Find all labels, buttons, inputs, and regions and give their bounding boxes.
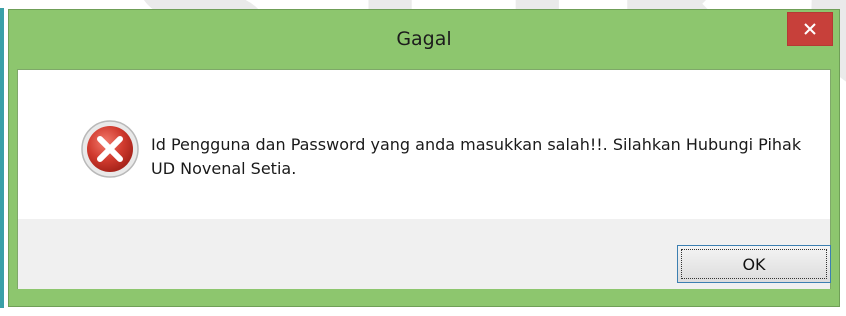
close-button[interactable] [787, 12, 833, 46]
message-area: Id Pengguna dan Password yang anda masuk… [18, 70, 830, 219]
dialog-title: Gagal [396, 28, 452, 50]
ok-button-label: OK [742, 254, 766, 274]
dialog-titlebar[interactable]: Gagal [9, 10, 839, 68]
error-dialog: Gagal Id Pengguna dan Password yang anda… [8, 9, 840, 307]
dialog-button-bar: OK [18, 219, 831, 289]
background-strip [0, 8, 4, 308]
ok-button[interactable]: OK [677, 245, 831, 283]
error-icon [81, 120, 139, 178]
close-icon [804, 23, 816, 35]
dialog-body: Id Pengguna dan Password yang anda masuk… [17, 69, 831, 289]
error-message: Id Pengguna dan Password yang anda masuk… [151, 135, 802, 178]
